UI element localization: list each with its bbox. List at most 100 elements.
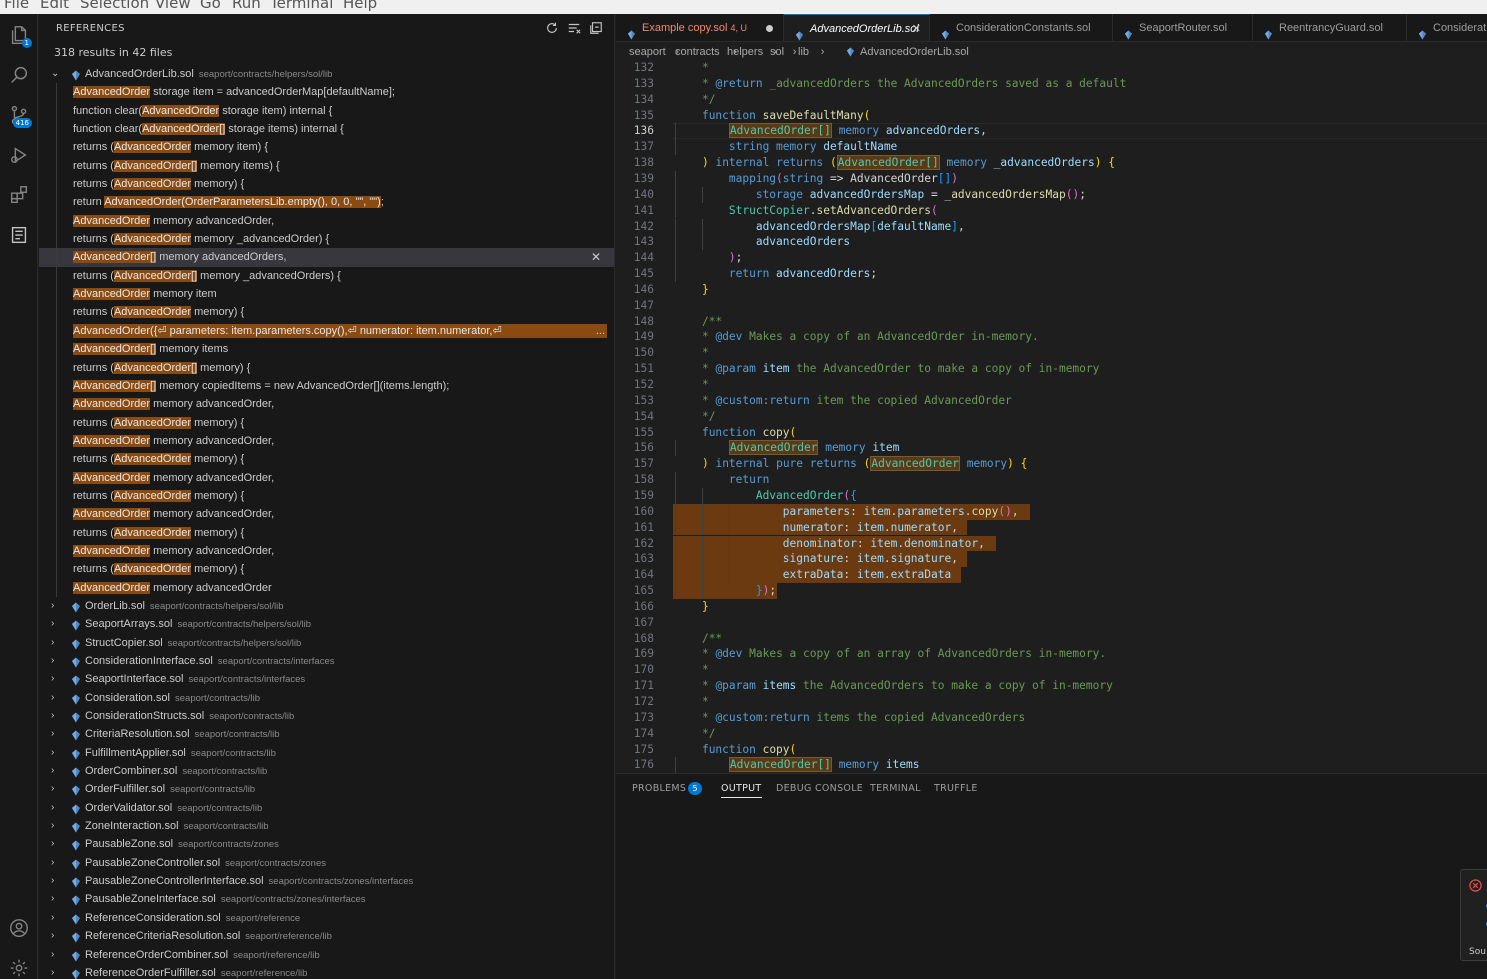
explorer-button[interactable]: 1 (0, 18, 38, 52)
accounts-button[interactable] (0, 911, 38, 945)
tab-debug-console[interactable]: DEBUG CONSOLE (776, 783, 863, 794)
tree-file[interactable]: › PausableZoneController.sol seaport/contr… (39, 854, 614, 872)
reference-match[interactable]: AdvancedOrder memory item (39, 285, 614, 304)
tree-file[interactable]: › ReferenceConsideration.sol seaport/refer… (39, 909, 614, 927)
reference-match[interactable]: AdvancedOrder memory advancedOrder, (39, 541, 614, 561)
reference-match[interactable]: AdvancedOrder memory advancedOrder, (39, 395, 614, 414)
testing-button[interactable] (0, 218, 38, 252)
reference-match[interactable]: returns (AdvancedOrder memory) { (39, 523, 614, 542)
reference-match[interactable]: AdvancedOrder memory advancedOrder, (39, 211, 614, 231)
tree-file-expanded[interactable]: ⌄ AdvancedOrderLib.sol seaport/contracts/h… (39, 65, 614, 83)
tree-file[interactable]: › ZoneInteraction.sol seaport/contracts/li… (39, 817, 614, 835)
tab-output[interactable]: OUTPUT (721, 783, 762, 798)
tab-considerat[interactable]: Considerat (1407, 14, 1487, 41)
reference-match[interactable]: AdvancedOrder[] memory copiedItems = new… (39, 376, 614, 396)
tree-file[interactable]: › FulfillmentApplier.sol seaport/contracts… (39, 744, 614, 762)
reference-match[interactable]: returns (AdvancedOrder memory) { (39, 560, 614, 579)
tab-terminal[interactable]: TERMINAL (870, 783, 921, 794)
reference-match[interactable]: AdvancedOrder memory advancedOrder, (39, 468, 614, 487)
refresh-button[interactable] (544, 20, 560, 36)
reference-match[interactable]: function clear(AdvancedOrder[] storage i… (39, 120, 614, 139)
menu-view[interactable]: View (155, 0, 191, 12)
collapse-all-button[interactable] (588, 20, 604, 36)
menu-run[interactable]: Run (232, 0, 261, 12)
tab-problems[interactable]: PROBLEMS (632, 783, 686, 794)
reference-match[interactable]: returns (AdvancedOrder[] memory) { (39, 358, 614, 377)
menu-help[interactable]: Help (343, 0, 377, 12)
tree-file[interactable]: › OrderCombiner.sol seaport/contracts/lib (39, 762, 614, 780)
reference-match[interactable]: returns (AdvancedOrder memory) { (39, 413, 614, 432)
menu-bar: File Edit Selection View Go Run Terminal Help (0, 0, 1487, 14)
tree-file[interactable]: › ReferenceOrderFulfiller.sol seaport/refe… (39, 964, 614, 979)
tab-considerationconstants-sol[interactable]: ConsiderationConstants.sol (930, 14, 1113, 41)
reference-match[interactable]: AdvancedOrder storage item = advancedOrd… (39, 83, 614, 102)
reference-match[interactable]: returns (AdvancedOrder memory) { (39, 450, 614, 469)
reference-match[interactable]: AdvancedOrder[] memory advancedOrders, ✕ (39, 248, 614, 267)
menu-go[interactable]: Go (200, 0, 221, 12)
tree-file[interactable]: › SeaportArrays.sol seaport/contracts/help… (39, 615, 614, 633)
menu-terminal[interactable]: Terminal (270, 0, 333, 12)
breadcrumb-item[interactable]: lib (798, 42, 809, 62)
tree-file[interactable]: › PausableZone.sol seaport/contracts/zones (39, 835, 614, 853)
reference-match[interactable]: AdvancedOrder[] memory items (39, 340, 614, 359)
close-icon[interactable]: ✕ (912, 15, 921, 41)
tree-file[interactable]: › PausableZoneControllerInterface.sol seap… (39, 872, 614, 890)
tree-file[interactable]: › OrderLib.sol seaport/contracts/helpers/s… (39, 597, 614, 615)
breadcrumb-item[interactable]: helpers (727, 42, 763, 62)
tree-file[interactable]: › SeaportInterface.sol seaport/contracts/i… (39, 670, 614, 688)
solidity-file-icon (71, 968, 81, 979)
reference-match[interactable]: returns (AdvancedOrder memory) { (39, 175, 614, 194)
tree-file[interactable]: › StructCopier.sol seaport/contracts/helpe… (39, 634, 614, 652)
reference-match[interactable]: return AdvancedOrder(OrderParametersLib.… (39, 193, 614, 212)
reference-match[interactable]: returns (AdvancedOrder memory item) { (39, 138, 614, 157)
run-debug-button[interactable] (0, 138, 38, 172)
reference-match[interactable]: returns (AdvancedOrder[] memory _advance… (39, 266, 614, 286)
extensions-button[interactable] (0, 178, 38, 212)
line-number: 143 (633, 235, 654, 249)
menu-file[interactable]: File (4, 0, 29, 12)
breadcrumb-item[interactable]: seaport (629, 42, 666, 62)
reference-match[interactable]: returns (AdvancedOrder memory) { (39, 303, 614, 322)
reference-match[interactable]: returns (AdvancedOrder memory) { (39, 486, 614, 506)
code-text: AdvancedOrder[] memory items (728, 757, 920, 773)
menu-selection[interactable]: Selection (80, 0, 149, 12)
tree-file[interactable]: › PausableZoneInterface.sol seaport/contra… (39, 890, 614, 908)
reference-match[interactable]: returns (AdvancedOrder memory _advancedO… (39, 230, 614, 249)
code-line: 156 AdvancedOrder memory item (616, 440, 1487, 457)
tree-file[interactable]: › ConsiderationInterface.sol seaport/contr… (39, 652, 614, 670)
code-text: function copy( (701, 742, 797, 756)
error-notification[interactable]: Sou (1460, 869, 1487, 961)
code-text: } (701, 282, 709, 296)
menu-edit[interactable]: Edit (40, 0, 69, 12)
tree-file[interactable]: › ConsiderationStructs.sol seaport/contrac… (39, 707, 614, 725)
code-editor[interactable]: 132 * 133 * @return _advancedOrders the A… (616, 60, 1487, 773)
reference-match[interactable]: function clear(AdvancedOrder storage ite… (39, 101, 614, 121)
search-button[interactable] (0, 58, 38, 92)
tree-file[interactable]: › Consideration.sol seaport/contracts/lib (39, 689, 614, 707)
tab-truffle[interactable]: TRUFFLE (934, 783, 978, 794)
tree-file[interactable]: › OrderFulfiller.sol seaport/contracts/lib (39, 780, 614, 798)
source-control-button[interactable]: 416 (0, 98, 38, 132)
reference-match[interactable]: AdvancedOrder memory advancedOrder, (39, 505, 614, 524)
breadcrumb-item[interactable]: AdvancedOrderLib.sol (860, 42, 969, 62)
reference-match[interactable]: AdvancedOrder memory advancedOrder (39, 578, 614, 597)
clear-button[interactable] (566, 20, 582, 36)
reference-match[interactable]: AdvancedOrder memory advancedOrder, (39, 431, 614, 451)
tree-file[interactable]: › CriteriaResolution.sol seaport/contracts… (39, 725, 614, 743)
code-text: return (728, 473, 770, 487)
breadcrumb-item[interactable]: contracts (675, 42, 720, 62)
file-path: seaport/contracts/lib (182, 766, 268, 778)
dismiss-match-icon[interactable]: ✕ (591, 248, 601, 266)
tab-advancedorderlib-sol[interactable]: AdvancedOrderLib.sol ✕ (784, 14, 930, 41)
manage-button[interactable] (0, 951, 38, 979)
match-text: returns (AdvancedOrder memory) { (73, 563, 245, 576)
tree-file[interactable]: › OrderValidator.sol seaport/contracts/lib (39, 799, 614, 817)
tree-file[interactable]: › ReferenceOrderCombiner.sol seaport/refer… (39, 946, 614, 964)
reference-match[interactable]: returns (AdvancedOrder[] memory items) { (39, 156, 614, 176)
tab-reentrancyguard-sol[interactable]: ReentrancyGuard.sol (1253, 14, 1407, 41)
reference-match[interactable]: AdvancedOrder({⏎ parameters: item.parame… (39, 321, 614, 341)
tab-example-copy-sol[interactable]: Example copy.sol 4, U (616, 14, 784, 41)
tree-file[interactable]: › ReferenceCriteriaResolution.sol seaport/… (39, 927, 614, 945)
breadcrumb-item[interactable]: sol (770, 42, 784, 62)
tab-seaportrouter-sol[interactable]: SeaportRouter.sol (1113, 14, 1253, 41)
